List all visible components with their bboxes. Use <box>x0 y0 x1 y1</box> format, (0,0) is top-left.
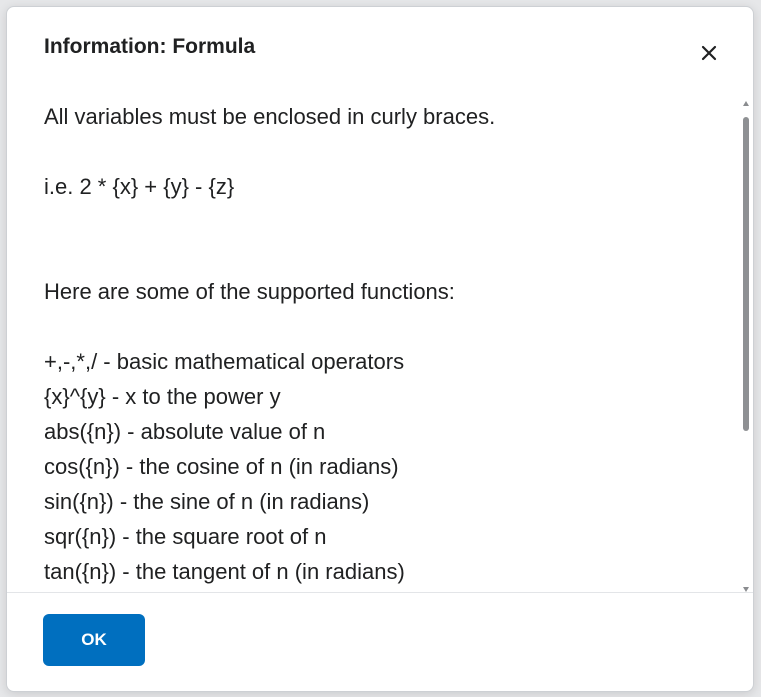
footer-divider <box>7 592 753 593</box>
formula-info-dialog: Information: Formula All variables must … <box>6 6 754 692</box>
close-button[interactable] <box>695 39 723 67</box>
close-icon <box>701 45 717 61</box>
dialog-content: All variables must be enclosed in curly … <box>44 99 734 587</box>
example-text: i.e. 2 * {x} + {y} - {z} <box>44 174 235 199</box>
intro-text: All variables must be enclosed in curly … <box>44 104 496 129</box>
function-item: cos({n}) - the cosine of n (in radians) <box>44 454 399 479</box>
functions-heading: Here are some of the supported functions… <box>44 279 455 304</box>
scroll-up-arrow-icon[interactable] <box>743 101 749 106</box>
function-item: tan({n}) - the tangent of n (in radians) <box>44 559 405 584</box>
function-item: {x}^{y} - x to the power y <box>44 384 281 409</box>
dialog-title: Information: Formula <box>44 35 256 58</box>
ok-button[interactable]: OK <box>43 614 145 666</box>
function-item: abs({n}) - absolute value of n <box>44 419 326 444</box>
scrollbar-thumb[interactable] <box>743 117 749 431</box>
function-item: sqr({n}) - the square root of n <box>44 524 327 549</box>
function-item: +,-,*,/ - basic mathematical operators <box>44 349 405 374</box>
content-scrollbar[interactable] <box>741 99 753 592</box>
function-item: sin({n}) - the sine of n (in radians) <box>44 489 370 514</box>
